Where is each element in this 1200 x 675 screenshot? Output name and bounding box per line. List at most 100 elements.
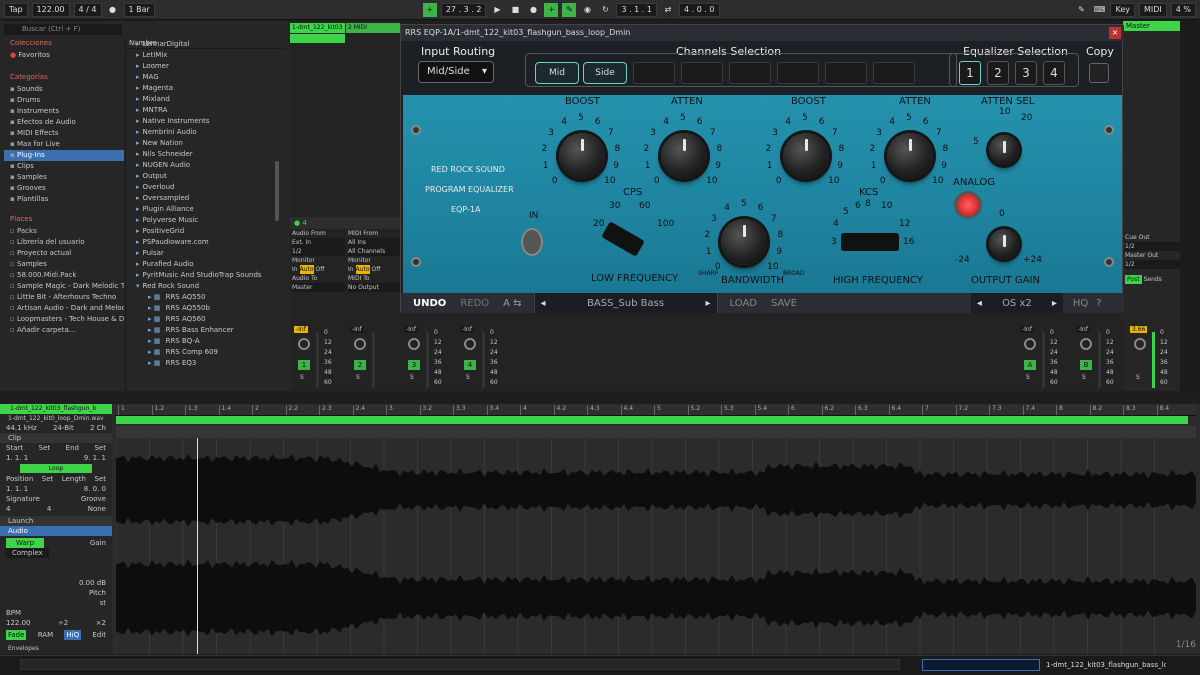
channel-slot-empty[interactable]: [681, 62, 723, 84]
channel-slot-empty[interactable]: [825, 62, 867, 84]
browser-folder-item[interactable]: ▸ Pulsar: [126, 248, 285, 259]
clip-name[interactable]: 1-dmt_122_kit03_flashgun_b: [0, 404, 112, 414]
volume-readout[interactable]: -Inf: [294, 326, 308, 333]
audio-to-select[interactable]: Master: [292, 283, 345, 292]
channel-mid-button[interactable]: Mid: [535, 62, 579, 84]
half-tempo-button[interactable]: ÷2: [58, 618, 68, 628]
audio-from-select[interactable]: Ext. In: [292, 238, 345, 247]
chevron-right-icon[interactable]: ▸ ▦: [148, 326, 163, 334]
browser-search[interactable]: Buscar (Ctrl + F): [4, 24, 122, 35]
ab-icon[interactable]: A ⇆: [503, 298, 521, 309]
midi-to-select[interactable]: No Output: [348, 283, 400, 292]
plugin-item[interactable]: ▸ ▦ RRS Bass Enhancer: [126, 325, 285, 336]
track-activator-button[interactable]: 1: [298, 360, 310, 370]
place-item[interactable]: ▫ Packs: [4, 226, 124, 237]
groove-select[interactable]: None: [88, 504, 106, 514]
browser-folder-item[interactable]: ▸ Plugin Alliance: [126, 204, 285, 215]
tempo-field[interactable]: 122.00: [31, 2, 70, 17]
browser-folder-item[interactable]: ▸ Mixland: [126, 94, 285, 105]
loop-start-field[interactable]: 3 . 1 . 1: [616, 2, 657, 17]
clip-section-header[interactable]: Clip: [0, 433, 112, 443]
midi-map-button[interactable]: MIDI: [1138, 2, 1167, 17]
browser-folder-item[interactable]: ▸ Loomer: [126, 61, 285, 72]
chevron-left-icon[interactable]: ◂: [541, 298, 546, 309]
redo-button[interactable]: REDO: [460, 298, 489, 309]
browser-scrollbar[interactable]: [275, 161, 279, 221]
copy-icon[interactable]: [1089, 63, 1109, 83]
chevron-right-icon[interactable]: ▸: [136, 227, 140, 235]
launch-section-header[interactable]: Launch: [0, 516, 112, 526]
chevron-right-icon[interactable]: ▸: [136, 51, 140, 59]
markers-bar[interactable]: [116, 426, 1196, 438]
hq-button[interactable]: HQ: [1073, 298, 1088, 309]
eq-select-button[interactable]: 3: [1015, 61, 1037, 85]
hiq-button[interactable]: HiQ: [64, 630, 82, 640]
end-set-button[interactable]: Set: [94, 443, 106, 453]
category-item[interactable]: ▪ Drums: [4, 95, 124, 106]
favorites-item[interactable]: ● Favoritos: [4, 50, 124, 61]
browser-folder-item[interactable]: ▸ Oversampled: [126, 193, 285, 204]
browser-folder-item[interactable]: ▸ Purafied Audio: [126, 259, 285, 270]
loop-icon[interactable]: ↻: [598, 3, 612, 17]
monitor-off[interactable]: Off: [316, 265, 325, 274]
warp-button[interactable]: Warp: [6, 538, 45, 548]
edit-button[interactable]: Edit: [92, 630, 106, 640]
output-gain-knob[interactable]: [989, 229, 1019, 259]
plugin-item[interactable]: ▸ ▦ RRS Comp 609: [126, 347, 285, 358]
solo-button[interactable]: S: [356, 374, 360, 381]
help-button[interactable]: ?: [1096, 298, 1101, 309]
browser-folder-item[interactable]: ▸ LetiMix: [126, 50, 285, 61]
browser-folder-item[interactable]: ▸ PyritMusic And StudioTrap Sounds: [126, 270, 285, 281]
channel-side-button[interactable]: Side: [583, 62, 627, 84]
warp-mode-select[interactable]: Complex: [6, 548, 49, 558]
place-item[interactable]: ▫ 58.000.Midi.Pack: [4, 270, 124, 281]
start-value[interactable]: 1. 1. 1: [6, 453, 28, 463]
pan-knob[interactable]: [1080, 338, 1092, 350]
midi-from-select[interactable]: All Ins: [348, 238, 400, 247]
fade-button[interactable]: Fade: [6, 630, 27, 640]
length-set-button[interactable]: Set: [94, 474, 106, 484]
chevron-right-icon[interactable]: ▸: [136, 249, 140, 257]
chevron-right-icon[interactable]: ▸: [136, 205, 140, 213]
key-map-button[interactable]: Key: [1110, 2, 1135, 17]
chevron-right-icon[interactable]: ▸ ▦: [148, 348, 163, 356]
routing-select[interactable]: Mid/Side ▾: [418, 61, 494, 83]
chevron-right-icon[interactable]: ▸: [136, 117, 140, 125]
solo-button[interactable]: S: [1026, 374, 1030, 381]
loop-button[interactable]: Loop: [20, 464, 92, 473]
browser-folder-item[interactable]: ▸ PSPaudioware.com: [126, 237, 285, 248]
post-button[interactable]: Post: [1125, 275, 1142, 284]
oversampling-selector[interactable]: ◂ OS x2 ▸: [970, 293, 1063, 313]
category-item[interactable]: ▪ Sounds: [4, 84, 124, 95]
low-atten-knob[interactable]: [661, 133, 707, 179]
chevron-right-icon[interactable]: ▸: [706, 298, 711, 309]
solo-button[interactable]: S: [1136, 374, 1140, 381]
overdub-button[interactable]: +: [544, 2, 559, 17]
place-item[interactable]: ▫ Añadir carpeta...: [4, 325, 124, 336]
arrangement-position[interactable]: 27 . 3 . 2: [440, 2, 487, 17]
track-activator-button[interactable]: 3: [408, 360, 420, 370]
category-item[interactable]: ▪ Grooves: [4, 183, 124, 194]
pan-knob[interactable]: [354, 338, 366, 350]
volume-readout[interactable]: -Inf: [350, 326, 364, 333]
category-item[interactable]: ▪ MIDI Effects: [4, 128, 124, 139]
browser-folder-item[interactable]: ▸ NUGEN Audio: [126, 160, 285, 171]
chevron-right-icon[interactable]: ▸: [1052, 298, 1057, 309]
loop-brace[interactable]: [116, 416, 1188, 424]
chevron-right-icon[interactable]: ▸: [136, 139, 140, 147]
plugin-item[interactable]: ▸ ▦ RRS BQ-A: [126, 336, 285, 347]
low-boost-knob[interactable]: [559, 133, 605, 179]
solo-button[interactable]: S: [410, 374, 414, 381]
envelopes-header[interactable]: Envelopes: [0, 644, 112, 653]
high-frequency-switch[interactable]: [841, 233, 899, 251]
signature-numerator[interactable]: 4: [6, 504, 10, 514]
browser-folder-item[interactable]: ▸ PositiveGrid: [126, 226, 285, 237]
close-icon[interactable]: ×: [1109, 27, 1121, 39]
chevron-right-icon[interactable]: ▸ ▦: [148, 337, 163, 345]
metronome-icon[interactable]: ●: [106, 3, 120, 17]
plugin-item[interactable]: ▸ ▦ RRS AQ560: [126, 314, 285, 325]
volume-readout[interactable]: -Inf: [1020, 326, 1034, 333]
waveform-display[interactable]: [116, 438, 1196, 654]
browser-folder-item[interactable]: ▸ Overloud: [126, 182, 285, 193]
ram-button[interactable]: RAM: [38, 630, 53, 640]
